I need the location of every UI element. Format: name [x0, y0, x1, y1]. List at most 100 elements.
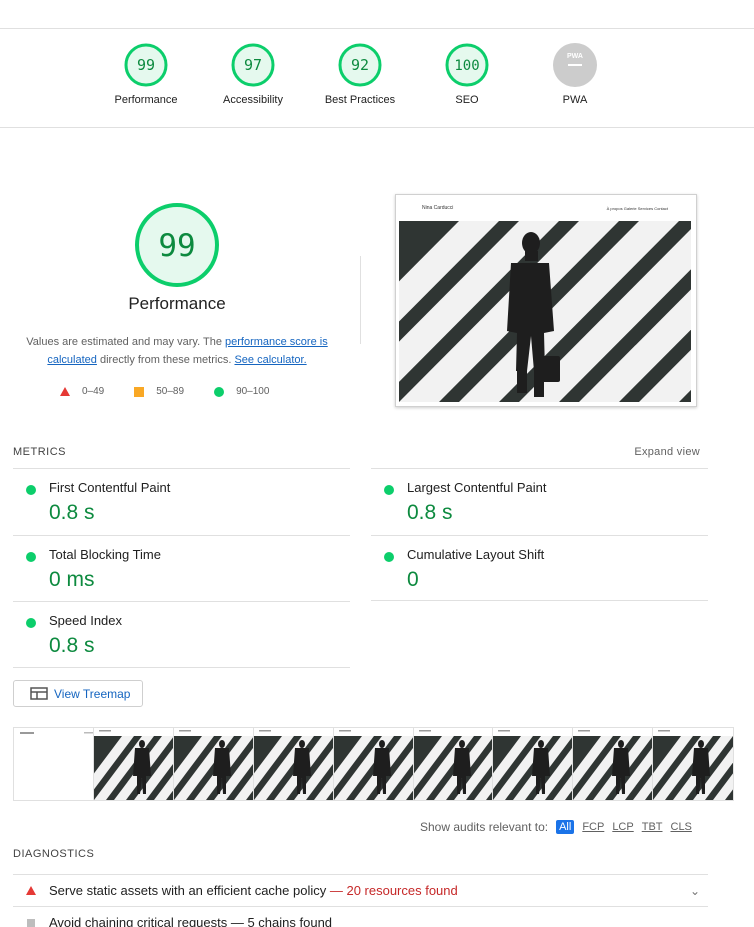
- filmstrip: [13, 727, 734, 801]
- metric-value: 0: [407, 568, 419, 591]
- gauge-score: 99: [137, 56, 155, 74]
- category-gauges: 99 Performance 97 Accessibility 92 Best …: [0, 42, 754, 122]
- gauge-label: Performance: [114, 94, 178, 106]
- expand-view-toggle[interactable]: Expand view: [634, 446, 700, 458]
- filmstrip-frame: [333, 728, 414, 800]
- filmstrip-frame: [253, 728, 334, 800]
- metric-tbt: Total Blocking Time 0 ms: [13, 535, 350, 602]
- legend-range: 90–100: [236, 386, 270, 397]
- crosswalk-image: [399, 221, 691, 402]
- square-icon: [134, 386, 145, 397]
- gauge-label: Best Practices: [324, 94, 396, 106]
- filmstrip-frame-blank: [14, 728, 94, 800]
- metric-name: Largest Contentful Paint: [407, 480, 547, 495]
- metric-name: Cumulative Layout Shift: [407, 547, 545, 562]
- audit-filter-bar: Show audits relevant to: All FCP LCP TBT…: [420, 820, 692, 834]
- frame-thumbnail: [653, 728, 734, 800]
- frame-thumbnail: [253, 728, 333, 800]
- audit-cache-policy[interactable]: Serve static assets with an efficient ca…: [13, 874, 708, 907]
- screenshot-header: Nina Carducci À propos Galerie Services …: [396, 195, 696, 221]
- filter-chip-cls[interactable]: CLS: [671, 821, 692, 833]
- desc-middle: directly from these metrics.: [96, 354, 235, 366]
- frame-thumbnail: [333, 728, 413, 800]
- filmstrip-frame: [653, 728, 734, 800]
- screenshot-hero-image: [399, 221, 691, 402]
- vertical-divider: [360, 256, 361, 344]
- gauge-label: PWA: [562, 94, 588, 106]
- frame-thumbnail: [413, 728, 493, 800]
- filter-chip-all[interactable]: All: [556, 820, 575, 834]
- big-score: 99: [158, 228, 195, 264]
- filmstrip-frame: [413, 728, 494, 800]
- diagnostics-title: DIAGNOSTICS: [13, 848, 95, 860]
- legend-average: 50–89: [134, 386, 184, 397]
- filter-chip-fcp[interactable]: FCP: [582, 821, 604, 833]
- best-practices-gauge-ring: 92: [338, 43, 382, 87]
- filter-chip-tbt[interactable]: TBT: [642, 821, 663, 833]
- gauge-label: SEO: [455, 94, 479, 106]
- performance-title: Performance: [128, 294, 226, 313]
- legend-range: 0–49: [82, 386, 105, 397]
- metric-name: First Contentful Paint: [49, 480, 171, 495]
- audit-display-value: — 20 resources found: [326, 883, 458, 898]
- performance-big-gauge: 99: [135, 203, 219, 287]
- performance-gauge-ring: 99: [124, 43, 168, 87]
- filmstrip-frame: [93, 728, 174, 800]
- pass-circle-icon: [384, 485, 394, 495]
- legend-fail: 0–49: [60, 386, 104, 397]
- circle-icon: [214, 386, 225, 397]
- performance-score-panel: 99 Performance: [0, 200, 354, 314]
- gauge-label: Accessibility: [223, 94, 283, 106]
- treemap-label: View Treemap: [54, 686, 131, 701]
- filmstrip-frame: [493, 728, 574, 800]
- pass-circle-icon: [26, 552, 36, 562]
- final-screenshot[interactable]: Nina Carducci À propos Galerie Services …: [395, 194, 697, 407]
- audit-title: Avoid chaining critical requests — 5 cha…: [49, 915, 333, 927]
- gauge-score: 97: [244, 56, 262, 74]
- triangle-icon: [60, 387, 70, 396]
- see-calculator-link[interactable]: See calculator.: [234, 354, 306, 366]
- metric-fcp: First Contentful Paint 0.8 s: [13, 468, 350, 535]
- gauge-accessibility[interactable]: 97 Accessibility: [203, 42, 303, 106]
- screenshot-brand: Nina Carducci: [422, 205, 454, 211]
- treemap-icon: [30, 687, 48, 700]
- accessibility-gauge-ring: 97: [231, 43, 275, 87]
- metric-divider: [13, 667, 350, 668]
- legend-range: 50–89: [156, 386, 185, 397]
- frame-thumbnail: [20, 732, 93, 734]
- metric-value: 0 ms: [49, 568, 95, 591]
- gauge-performance[interactable]: 99 Performance: [96, 42, 196, 106]
- pass-circle-icon: [26, 485, 36, 495]
- metric-value: 0.8 s: [49, 634, 95, 657]
- gauge-score: 92: [351, 56, 369, 74]
- desc-prefix: Values are estimated and may vary. The: [26, 336, 225, 348]
- metric-lcp: Largest Contentful Paint 0.8 s: [371, 468, 708, 535]
- gauge-best-practices[interactable]: 92 Best Practices: [310, 42, 410, 106]
- chevron-down-icon[interactable]: ⌄: [690, 884, 700, 898]
- filmstrip-frame: [573, 728, 654, 800]
- frame-thumbnail: [173, 728, 253, 800]
- filter-chip-lcp[interactable]: LCP: [612, 821, 633, 833]
- metrics-title: METRICS: [13, 446, 66, 458]
- pwa-badge-text: PWA: [567, 53, 583, 60]
- screenshot-nav: À propos Galerie Services Contact: [606, 206, 668, 211]
- gauge-score: 100: [454, 58, 479, 74]
- fail-triangle-icon: [26, 886, 36, 895]
- view-treemap-button[interactable]: View Treemap: [13, 680, 143, 707]
- metric-name: Total Blocking Time: [49, 547, 161, 562]
- frame-thumbnail: [493, 728, 573, 800]
- metric-si: Speed Index 0.8 s: [13, 601, 350, 668]
- gauge-seo[interactable]: 100 SEO: [417, 42, 517, 106]
- filmstrip-frame: [173, 728, 254, 800]
- top-divider: [0, 28, 754, 29]
- pwa-badge-icon: PWA: [553, 43, 597, 87]
- metric-value: 0.8 s: [407, 501, 453, 524]
- frame-thumbnail: [93, 728, 173, 800]
- seo-gauge-ring: 100: [445, 43, 489, 87]
- audit-title-text: Serve static assets with an efficient ca…: [49, 883, 327, 898]
- audit-critical-requests[interactable]: Avoid chaining critical requests — 5 cha…: [13, 906, 708, 927]
- info-square-icon: [27, 919, 35, 927]
- pass-circle-icon: [26, 618, 36, 628]
- metric-value: 0.8 s: [49, 501, 95, 524]
- gauge-pwa[interactable]: PWA PWA: [525, 42, 625, 106]
